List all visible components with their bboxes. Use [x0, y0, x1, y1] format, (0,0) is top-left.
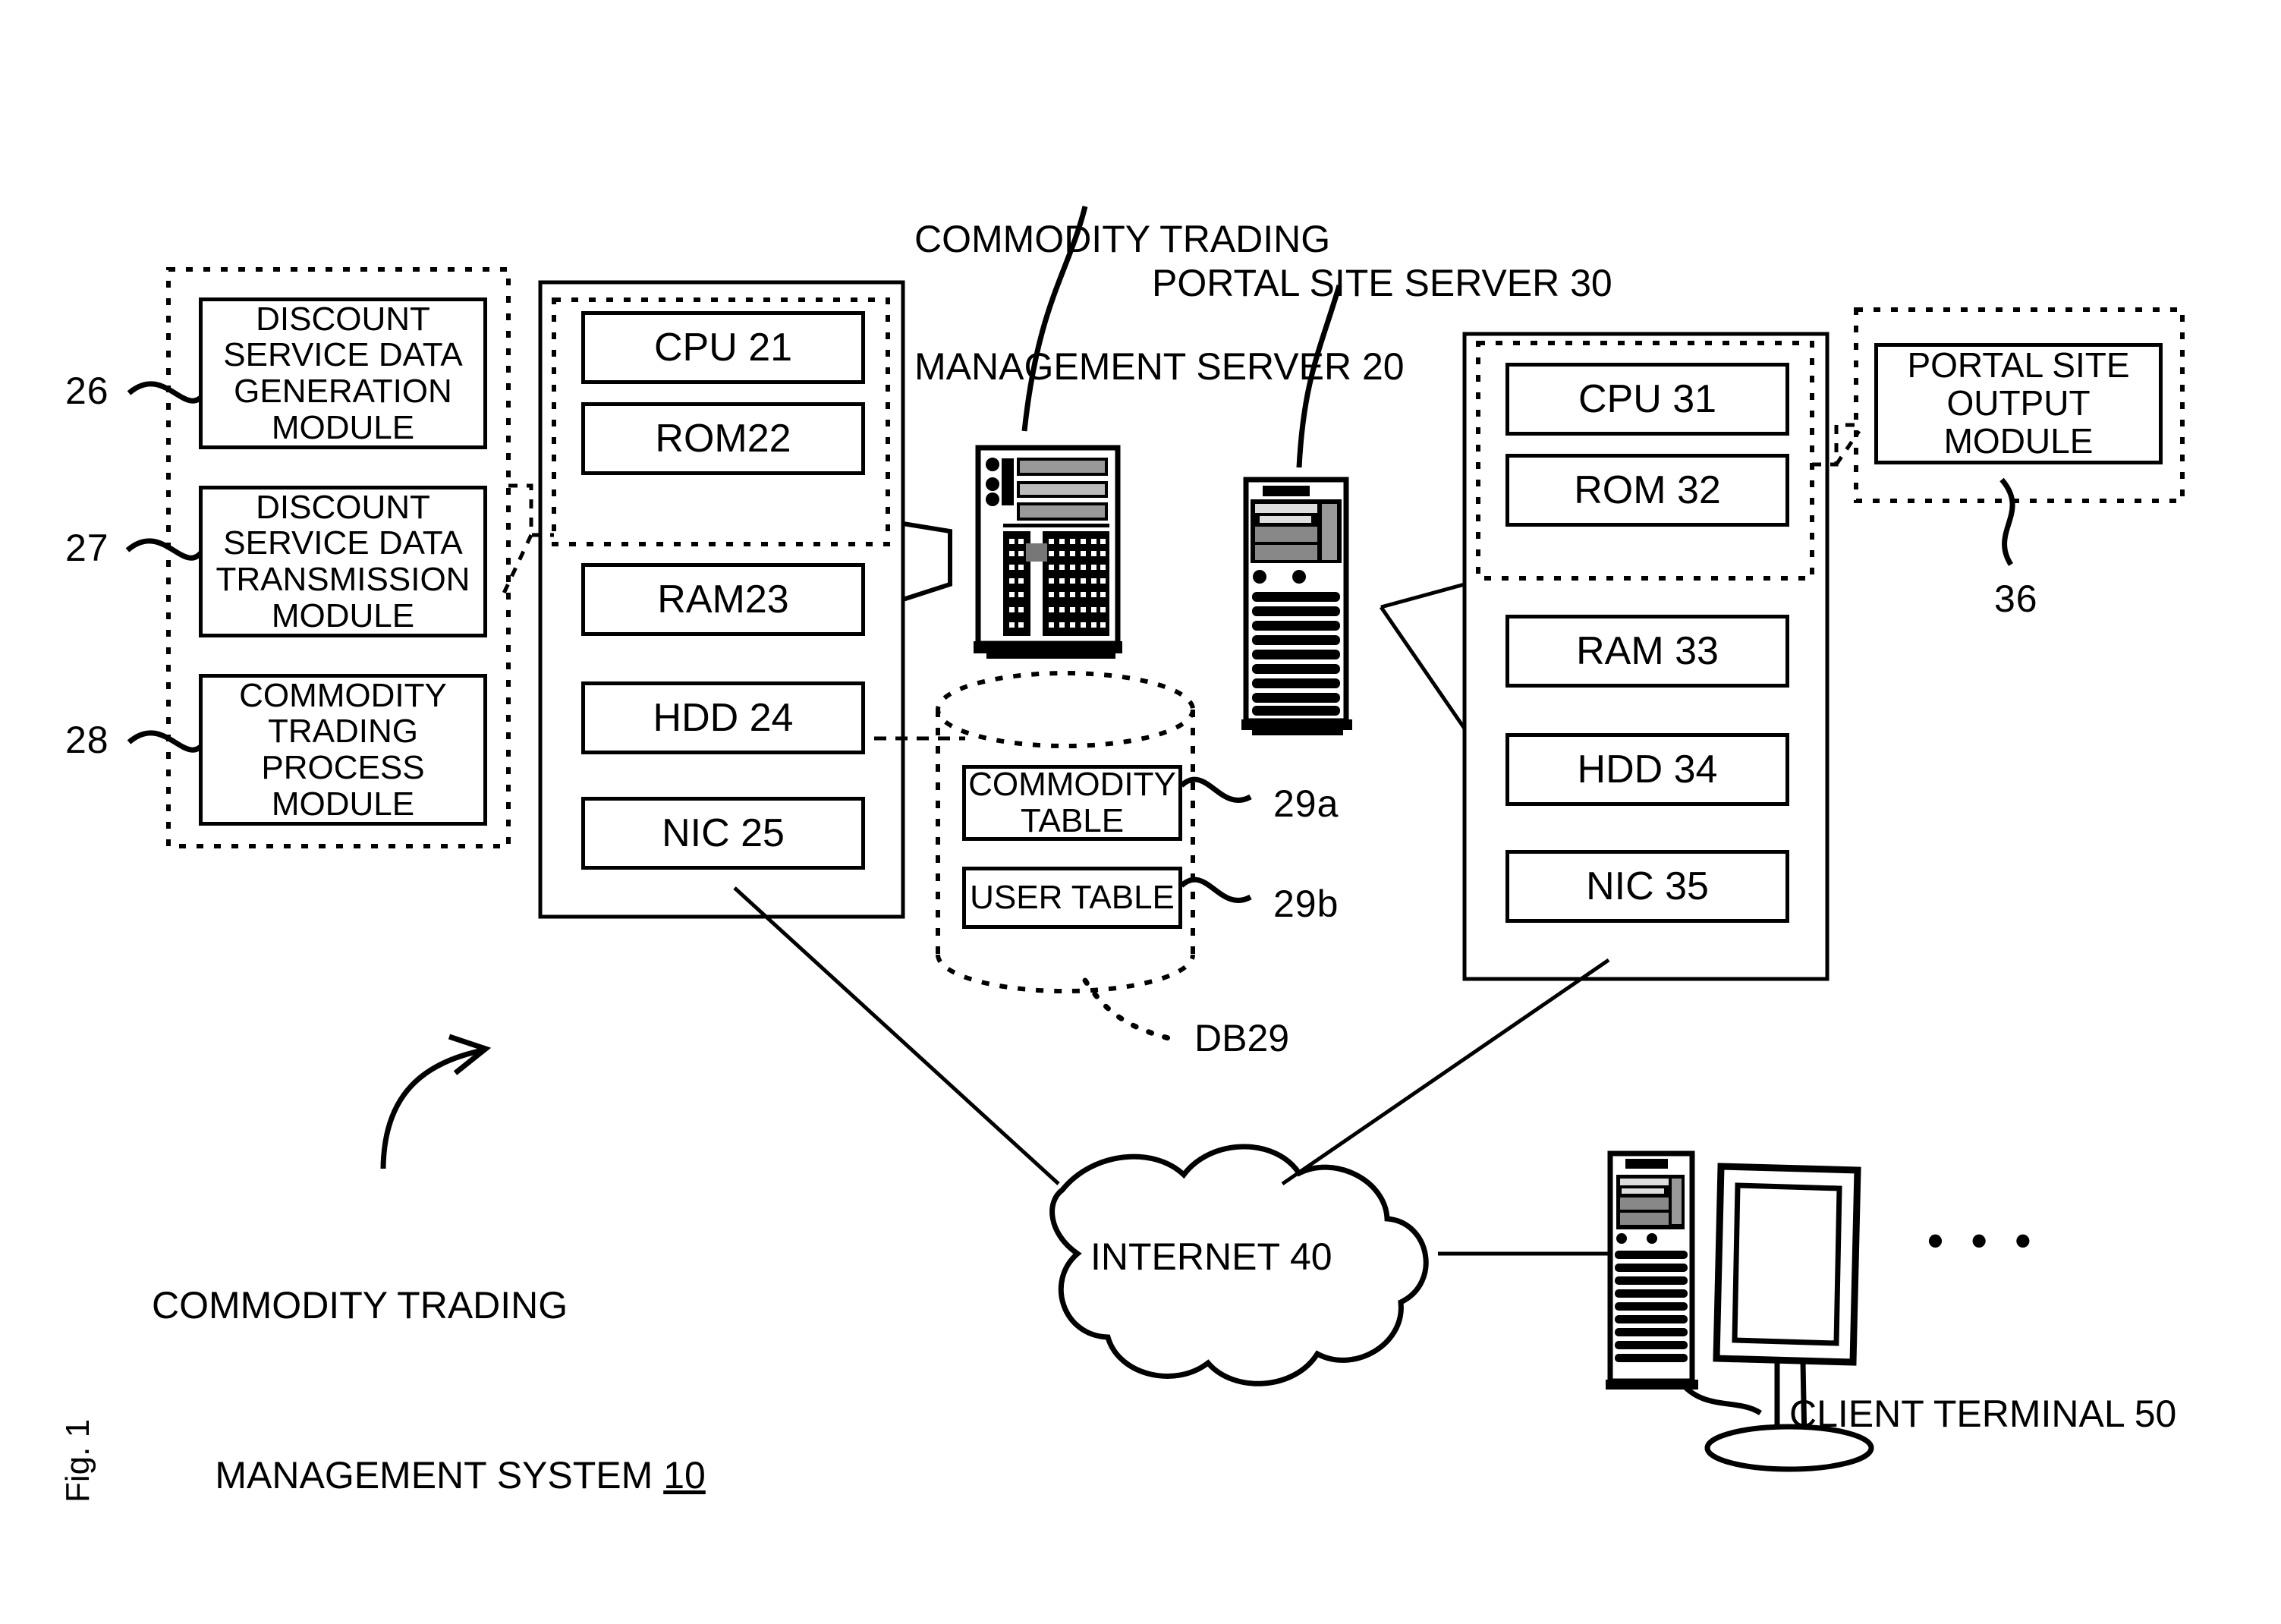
module-27-line4: MODULE — [271, 596, 415, 634]
leader-27 — [125, 538, 204, 561]
system-arrow — [380, 1047, 483, 1169]
db29-cylinder-bottom — [936, 954, 1195, 993]
module-27-line3: TRANSMISSION — [216, 561, 470, 598]
ref-number-28: 28 — [65, 719, 109, 761]
server30-component-rom[interactable]: ROM 32 — [1505, 454, 1789, 527]
figure-label: Fig. 1 — [59, 1418, 96, 1503]
discount-service-data-generation-module[interactable]: DISCOUNT SERVICE DATA GENERATION MODULE — [199, 297, 487, 449]
discount-service-data-transmission-module[interactable]: DISCOUNT SERVICE DATA TRANSMISSION MODUL… — [199, 486, 487, 637]
module-26-line2: SERVICE DATA — [223, 336, 463, 374]
link-tower30-to-server30-frame — [1380, 582, 1465, 609]
commodity-trading-process-module[interactable]: COMMODITY TRADING PROCESS MODULE — [199, 674, 487, 826]
server20-ram-label: RAM23 — [657, 577, 789, 622]
portal-site-output-module[interactable]: PORTAL SITE OUTPUT MODULE — [1874, 343, 2163, 464]
server20-component-ram[interactable]: RAM23 — [581, 563, 865, 636]
server30-cpu-label: CPU 31 — [1578, 376, 1717, 421]
ref-number-29a: 29a — [1273, 782, 1339, 825]
server30-component-hdd[interactable]: HDD 34 — [1505, 733, 1789, 806]
portal-output-line2: OUTPUT MODULE — [1943, 383, 2094, 461]
module-28-line1: COMMODITY — [239, 676, 447, 714]
server20-nic-label: NIC 25 — [662, 810, 785, 855]
server20-component-nic[interactable]: NIC 25 — [581, 797, 865, 870]
server30-ram-label: RAM 33 — [1576, 628, 1719, 673]
user-table-label: USER TABLE — [970, 879, 1175, 917]
server30-component-cpu[interactable]: CPU 31 — [1505, 363, 1789, 436]
module-26-line3: GENERATION — [234, 373, 452, 410]
commodity-table-line2: TABLE — [1020, 802, 1125, 839]
module-27-line1: DISCOUNT — [256, 488, 430, 526]
link-nic35-to-internet — [1281, 958, 1610, 1186]
system-caption-line2-wrap: MANAGEMENT SYSTEM 10 — [152, 1412, 706, 1539]
link-server20-frame-to-tower — [902, 521, 952, 602]
internet-cloud-label: INTERNET 40 — [1090, 1235, 1332, 1278]
module-26-line1: DISCOUNT — [256, 300, 430, 338]
db29-label: DB29 — [1194, 1017, 1290, 1059]
leader-36 — [1999, 477, 2015, 566]
user-table[interactable]: USER TABLE — [962, 867, 1182, 929]
link-nic25-to-internet — [733, 886, 1060, 1185]
module-26-line4: MODULE — [271, 408, 415, 446]
module-27-line2: SERVICE DATA — [223, 524, 463, 562]
server20-component-cpu[interactable]: CPU 21 — [581, 311, 865, 384]
patent-figure-canvas: DISCOUNT SERVICE DATA GENERATION MODULE … — [0, 0, 2281, 1566]
system-caption: COMMODITY TRADING MANAGEMENT SYSTEM 10 — [152, 1199, 706, 1624]
link-modules-to-server20-rom — [508, 483, 554, 537]
callout-client-terminal: CLIENT TERMINAL 50 — [1789, 1393, 2177, 1435]
link-modules-to-server20-rom-2 — [499, 533, 533, 601]
system-reference-10: 10 — [663, 1454, 706, 1497]
server30-hdd-label: HDD 34 — [1577, 747, 1718, 792]
module-28-line4: MODULE — [271, 785, 415, 823]
server20-hdd-label: HDD 24 — [653, 695, 794, 740]
callout-server20-line1: COMMODITY TRADING — [914, 218, 1331, 260]
module-28-line2: TRADING — [267, 713, 418, 751]
more-clients-ellipsis-icon: • • • — [1927, 1215, 2039, 1266]
server20-tower-illustration — [974, 445, 1122, 659]
ref-number-36: 36 — [1994, 578, 2038, 620]
server20-component-rom[interactable]: ROM22 — [581, 402, 865, 475]
leader-26 — [127, 381, 206, 404]
ref-number-29b: 29b — [1273, 883, 1339, 925]
leader-28 — [127, 730, 206, 753]
system-caption-line1: COMMODITY TRADING — [152, 1284, 568, 1327]
callout-portal-site-server: PORTAL SITE SERVER 30 — [1152, 262, 1612, 304]
server30-component-ram[interactable]: RAM 33 — [1505, 615, 1789, 688]
commodity-table[interactable]: COMMODITY TABLE — [962, 765, 1182, 841]
module-28-line3: PROCESS — [261, 749, 425, 786]
server20-cpu-label: CPU 21 — [653, 325, 793, 370]
ref-number-27: 27 — [65, 527, 109, 569]
ref-number-26: 26 — [65, 370, 109, 412]
server30-rom-label: ROM 32 — [1574, 467, 1721, 512]
server20-component-hdd[interactable]: HDD 24 — [581, 681, 865, 754]
db29-cylinder-top — [936, 671, 1195, 748]
server30-nic-label: NIC 35 — [1586, 864, 1709, 908]
link-tower30-to-server30-frame-2 — [1379, 606, 1467, 730]
server30-tower-illustration — [1241, 477, 1352, 735]
commodity-table-line1: COMMODITY — [968, 766, 1176, 804]
server20-rom-label: ROM22 — [655, 416, 791, 461]
server30-component-nic[interactable]: NIC 35 — [1505, 850, 1789, 923]
system-caption-line2: MANAGEMENT SYSTEM — [215, 1454, 664, 1497]
portal-output-line1: PORTAL SITE — [1907, 345, 2130, 386]
callout-server20-line2: MANAGEMENT SERVER 20 — [914, 345, 1405, 388]
